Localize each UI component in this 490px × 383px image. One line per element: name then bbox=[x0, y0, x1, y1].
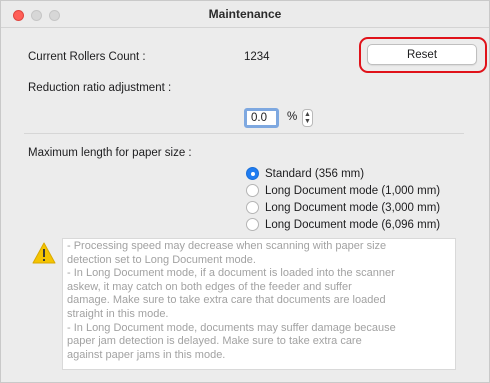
radio-standard[interactable]: Standard (356 mm) bbox=[246, 167, 364, 180]
window-title: Maintenance bbox=[208, 7, 282, 21]
minimize-window-button[interactable] bbox=[31, 10, 42, 21]
reduction-ratio-label: Reduction ratio adjustment : bbox=[28, 82, 172, 94]
radio-long-6096-indicator[interactable] bbox=[246, 218, 259, 231]
rollers-count-label: Current Rollers Count : bbox=[28, 51, 146, 63]
warning-line: straight in this mode. bbox=[67, 307, 169, 320]
warning-message-box: - Processing speed may decrease when sca… bbox=[62, 238, 456, 370]
radio-long-1000[interactable]: Long Document mode (1,000 mm) bbox=[246, 184, 440, 197]
radio-long-3000[interactable]: Long Document mode (3,000 mm) bbox=[246, 201, 440, 214]
radio-long-3000-indicator[interactable] bbox=[246, 201, 259, 214]
radio-long-6096-label: Long Document mode (6,096 mm) bbox=[265, 218, 441, 231]
warning-line: paper jam detection is delayed. Make sur… bbox=[67, 335, 362, 348]
warning-line: - In Long Document mode, if a document i… bbox=[67, 267, 395, 280]
reset-button[interactable]: Reset bbox=[367, 44, 477, 65]
zoom-window-button[interactable] bbox=[49, 10, 60, 21]
warning-icon bbox=[32, 242, 56, 264]
warning-line: askew, it may catch on both edges of the… bbox=[67, 280, 352, 293]
percent-unit-label: % bbox=[287, 111, 298, 123]
warning-line: detection set to Long Document mode. bbox=[67, 253, 256, 266]
rollers-count-value: 1234 bbox=[244, 51, 270, 63]
chevron-up-icon[interactable]: ▲ bbox=[304, 111, 311, 118]
reduction-ratio-stepper[interactable]: ▲ ▼ bbox=[302, 109, 313, 127]
title-bar: Maintenance bbox=[1, 1, 489, 28]
radio-standard-label: Standard (356 mm) bbox=[265, 167, 365, 180]
window-controls bbox=[13, 10, 60, 21]
chevron-down-icon[interactable]: ▼ bbox=[304, 118, 311, 125]
radio-long-3000-label: Long Document mode (3,000 mm) bbox=[265, 201, 441, 214]
warning-line: - In Long Document mode, documents may s… bbox=[67, 321, 396, 334]
radio-standard-indicator[interactable] bbox=[246, 167, 259, 180]
warning-line: - Processing speed may decrease when sca… bbox=[67, 240, 387, 252]
radio-long-6096[interactable]: Long Document mode (6,096 mm) bbox=[246, 218, 440, 231]
close-window-button[interactable] bbox=[13, 10, 24, 21]
radio-long-1000-indicator[interactable] bbox=[246, 184, 259, 197]
maintenance-window: Maintenance Current Rollers Count : 1234… bbox=[0, 0, 490, 383]
radio-long-1000-label: Long Document mode (1,000 mm) bbox=[265, 184, 441, 197]
section-divider bbox=[24, 133, 464, 134]
reduction-ratio-input[interactable]: 0.0 bbox=[244, 108, 279, 128]
warning-line: against paper jams in this mode. bbox=[67, 348, 226, 361]
warning-line: damage. Make sure to take extra care tha… bbox=[67, 294, 386, 307]
paper-size-label: Maximum length for paper size : bbox=[28, 147, 192, 159]
